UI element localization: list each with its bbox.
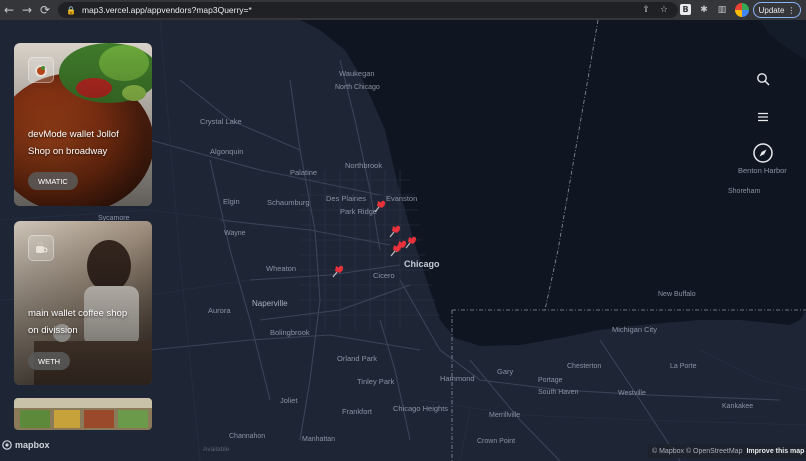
mapbox-icon xyxy=(2,440,12,450)
vendor-title: main wallet coffee shop on divission xyxy=(28,308,128,336)
coffee-cup-icon xyxy=(36,241,48,253)
update-label: Update xyxy=(758,5,785,15)
side-panel-icon[interactable]: ▥ xyxy=(715,3,729,17)
vendor-pin-icon[interactable] xyxy=(373,199,387,213)
mapbox-wordmark: mapbox xyxy=(15,440,50,450)
place-label: Orland Park xyxy=(337,354,378,363)
place-label: Aurora xyxy=(208,306,231,315)
bookmark-star-icon[interactable]: ☆ xyxy=(660,5,668,15)
update-button[interactable]: Update ⋮ xyxy=(753,2,801,18)
place-label: Palatine xyxy=(290,168,318,177)
place-label: Crown Point xyxy=(477,438,516,445)
vendor-pin-icon[interactable] xyxy=(388,224,402,238)
browser-toolbar: ← → ⟳ 🔒 map3.vercel.app/appvendors?map3Q… xyxy=(0,0,806,20)
place-label: Park Ridge xyxy=(340,207,378,216)
url-text[interactable]: map3.vercel.app/appvendors?map3Querry=* xyxy=(82,5,252,15)
place-label: Chesterton xyxy=(567,363,602,370)
back-icon[interactable]: ← xyxy=(0,0,18,20)
place-label: Des Plaines xyxy=(326,194,367,203)
vendor-pin-icon[interactable] xyxy=(331,264,345,278)
more-menu-icon: ⋮ xyxy=(787,5,796,15)
place-label: South Haven xyxy=(538,389,579,396)
place-label-chicago: Chicago xyxy=(404,259,440,269)
place-label: Wheaton xyxy=(266,264,297,273)
map-canvas[interactable]: Waukegan North Chicago Crystal Lake Algo… xyxy=(0,20,806,461)
place-label: Westville xyxy=(618,390,646,397)
place-label: Gary xyxy=(497,367,514,376)
extension-b-icon[interactable]: B xyxy=(680,4,691,15)
token-chip[interactable]: WETH xyxy=(28,352,71,370)
compass-icon xyxy=(753,143,773,163)
place-label: Manhattan xyxy=(302,436,336,443)
place-label: Frankfort xyxy=(342,407,373,416)
lock-icon: 🔒 xyxy=(66,5,76,15)
compass-button[interactable] xyxy=(750,140,776,166)
hamburger-menu-icon xyxy=(758,112,768,122)
place-label: Northbrook xyxy=(345,161,383,170)
place-label: Wayne xyxy=(224,230,246,237)
place-label: Channahon xyxy=(229,433,266,440)
mapbox-logo[interactable]: mapbox xyxy=(2,440,50,450)
place-label: Joliet xyxy=(280,396,298,405)
place-label: Evanston xyxy=(386,194,418,203)
place-label: Merrillville xyxy=(489,412,521,419)
map-attribution: © Mapbox © OpenStreetMap Improve this ma… xyxy=(648,444,806,458)
place-label: Bolingbrook xyxy=(270,328,310,337)
place-label: Kankakee xyxy=(722,403,754,410)
search-button[interactable] xyxy=(750,66,776,92)
vendor-card[interactable]: devMode wallet Jollof Shop on broadway W… xyxy=(14,43,152,206)
place-label: Shoreham xyxy=(728,188,761,195)
vendor-photo-market xyxy=(14,398,152,430)
food-plate-icon xyxy=(35,65,47,77)
place-label: Tinley Park xyxy=(357,377,395,386)
place-label: Chicago Heights xyxy=(393,404,449,413)
reload-icon[interactable]: ⟳ xyxy=(36,0,54,20)
vendor-title: devMode wallet Jollof Shop on broadway xyxy=(28,129,119,157)
vendor-avatar xyxy=(28,57,54,83)
token-chip[interactable]: WMATIC xyxy=(28,172,78,190)
vendor-card[interactable] xyxy=(14,398,152,430)
forward-icon[interactable]: → xyxy=(18,0,36,20)
search-icon xyxy=(757,73,770,86)
place-label: Naperville xyxy=(252,299,288,308)
place-label: North Chicago xyxy=(335,84,380,91)
share-icon[interactable]: ⇪ xyxy=(642,5,650,15)
improve-map-link[interactable]: Improve this map xyxy=(746,448,804,455)
place-label: Algonquin xyxy=(210,147,244,156)
vendor-avatar xyxy=(28,235,54,261)
vendor-card[interactable]: main wallet coffee shop on divission WET… xyxy=(14,221,152,385)
place-label: Michigan City xyxy=(612,325,658,334)
extensions-puzzle-icon[interactable]: ✱ xyxy=(697,3,711,17)
menu-button[interactable] xyxy=(750,104,776,130)
place-label: Cicero xyxy=(373,271,395,280)
vendor-pin-icon[interactable] xyxy=(389,243,403,257)
place-label: La Porte xyxy=(670,363,697,370)
address-bar[interactable]: 🔒 map3.vercel.app/appvendors?map3Querry=… xyxy=(58,2,678,18)
place-label: New Buffalo xyxy=(658,291,696,298)
place-label: Crystal Lake xyxy=(200,117,242,126)
place-label: Hammond xyxy=(440,374,475,383)
place-label: Portage xyxy=(538,377,563,384)
place-label: Elgin xyxy=(223,197,240,206)
profile-avatar[interactable] xyxy=(735,3,749,17)
status-text: Available xyxy=(203,446,230,453)
place-label: Schaumburg xyxy=(267,198,310,207)
attribution-text[interactable]: © Mapbox © OpenStreetMap xyxy=(652,448,742,455)
place-label: Benton Harbor xyxy=(738,166,787,175)
place-label: Waukegan xyxy=(339,69,375,78)
